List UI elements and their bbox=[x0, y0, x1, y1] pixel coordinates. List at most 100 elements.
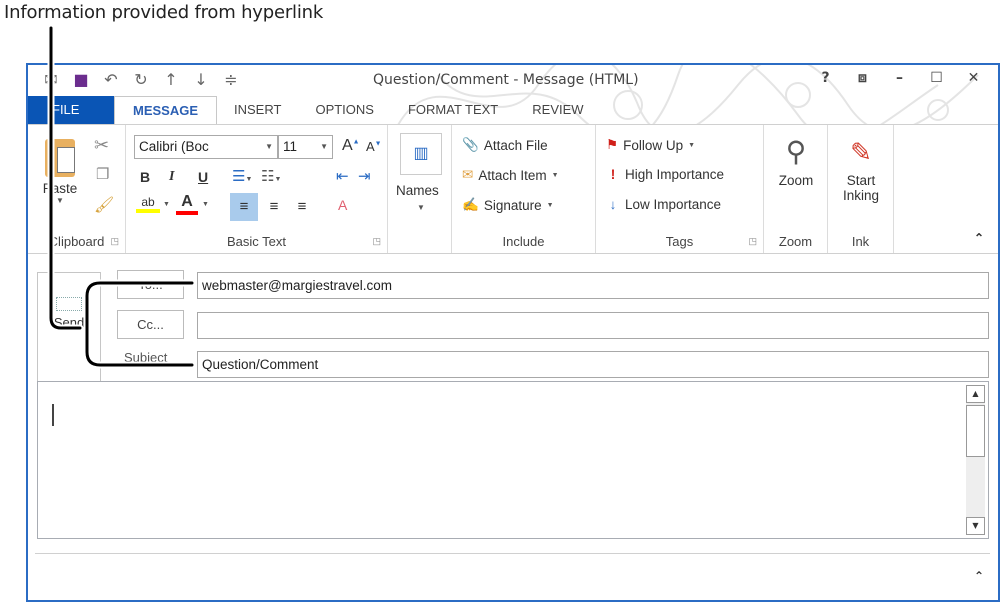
paste-label: Paste bbox=[42, 181, 78, 196]
tab-insert[interactable]: INSERT bbox=[217, 96, 298, 124]
highlight-color-button[interactable]: ab bbox=[136, 195, 160, 213]
font-name-select[interactable]: Calibri (Boc ▼ bbox=[134, 135, 278, 159]
font-color-swatch bbox=[176, 211, 198, 215]
shrink-font-icon[interactable]: A▼ bbox=[366, 139, 382, 154]
names-button[interactable]: Names bbox=[396, 183, 439, 198]
chevron-down-icon: ▼ bbox=[551, 171, 559, 179]
quick-access-toolbar: ✉ ■ ↶ ↻ ↑ ↓ ≑ bbox=[36, 70, 246, 89]
previous-item-icon[interactable]: ↑ bbox=[156, 70, 186, 89]
zoom-group-label: Zoom bbox=[778, 234, 813, 249]
include-group-label: Include bbox=[502, 234, 545, 249]
undo-icon[interactable]: ↶ bbox=[96, 70, 126, 89]
arrow-down-icon: ↓ bbox=[609, 197, 617, 212]
paperclip-icon: 📎 bbox=[462, 137, 479, 152]
send-button[interactable]: Send bbox=[37, 272, 101, 382]
chevron-down-icon[interactable]: ▼ bbox=[202, 201, 209, 208]
window-title: Question/Comment - Message (HTML) bbox=[373, 72, 639, 88]
zoom-button[interactable]: ⚲ Zoom bbox=[770, 135, 822, 188]
high-importance-button[interactable]: ! High Importance bbox=[606, 167, 724, 182]
cc-field[interactable] bbox=[197, 312, 989, 339]
format-painter-icon[interactable]: 🖌 bbox=[94, 195, 114, 215]
basic-text-group-label: Basic Text bbox=[226, 234, 286, 249]
send-icon bbox=[56, 297, 82, 311]
tags-group-label: Tags bbox=[665, 234, 694, 249]
attach-item-button[interactable]: ✉ Attach Item ▼ bbox=[462, 167, 559, 183]
exclamation-icon: ! bbox=[610, 167, 616, 182]
grow-font-icon[interactable]: A▲ bbox=[342, 137, 360, 155]
to-field[interactable]: webmaster@margiestravel.com bbox=[197, 272, 989, 299]
signature-icon: ✍ bbox=[462, 197, 479, 212]
copy-icon[interactable]: ❐ bbox=[96, 165, 109, 183]
cut-icon[interactable]: ✂ bbox=[94, 135, 109, 156]
message-body[interactable]: ▲ ▼ bbox=[37, 381, 989, 539]
underline-button[interactable]: U bbox=[198, 169, 208, 185]
paste-dropdown-icon: ▼ bbox=[56, 196, 64, 205]
high-importance-label: High Importance bbox=[625, 167, 725, 182]
scroll-up-icon[interactable]: ▲ bbox=[966, 385, 985, 403]
cc-button[interactable]: Cc... bbox=[117, 310, 184, 339]
align-left-button[interactable]: ≡ bbox=[230, 193, 258, 221]
increase-indent-icon[interactable]: ⇥ bbox=[358, 167, 371, 185]
attach-item-icon: ✉ bbox=[462, 167, 474, 182]
basic-text-launcher-icon[interactable]: ◳ bbox=[372, 236, 381, 247]
chevron-down-icon[interactable]: ▼ bbox=[163, 201, 170, 208]
signature-button[interactable]: ✍ Signature ▼ bbox=[462, 197, 554, 213]
decrease-indent-icon[interactable]: ⇤ bbox=[336, 167, 349, 185]
chevron-down-icon: ▼ bbox=[688, 141, 696, 149]
align-right-button[interactable]: ≡ bbox=[288, 193, 316, 221]
tab-file[interactable]: FILE bbox=[28, 96, 114, 124]
scroll-down-icon[interactable]: ▼ bbox=[966, 517, 985, 535]
font-name-value: Calibri (Boc bbox=[139, 139, 209, 154]
save-icon[interactable]: ■ bbox=[66, 70, 96, 89]
numbering-icon[interactable]: ☷▼ bbox=[261, 167, 281, 185]
bullets-icon[interactable]: ☰▼ bbox=[232, 167, 252, 185]
ribbon-tabs: FILE MESSAGE INSERT OPTIONS FORMAT TEXT … bbox=[28, 96, 998, 124]
ink-pen-icon: ✎ bbox=[850, 137, 872, 167]
callout-caption: Information provided from hyperlink bbox=[4, 2, 324, 23]
align-center-button[interactable]: ≡ bbox=[260, 193, 288, 221]
collapse-ribbon-icon[interactable]: ⌃ bbox=[974, 231, 984, 245]
paste-button[interactable]: Paste ▼ bbox=[40, 135, 80, 225]
tab-review[interactable]: REVIEW bbox=[515, 96, 600, 124]
italic-button[interactable]: I bbox=[169, 169, 174, 185]
vertical-scrollbar[interactable]: ▲ ▼ bbox=[966, 385, 985, 535]
group-ink: ✎ Start Inking Ink bbox=[828, 125, 894, 253]
attach-file-button[interactable]: 📎 Attach File bbox=[462, 137, 548, 153]
maximize-icon[interactable]: ☐ bbox=[918, 70, 955, 86]
signature-label: Signature bbox=[483, 197, 542, 213]
zoom-button-label: Zoom bbox=[778, 173, 814, 188]
group-names: ▥ Names ▼ bbox=[388, 125, 452, 253]
low-importance-button[interactable]: ↓ Low Importance bbox=[606, 197, 721, 212]
font-color-button[interactable]: A bbox=[176, 193, 198, 215]
subject-field[interactable]: Question/Comment bbox=[197, 351, 989, 378]
font-size-select[interactable]: 11 ▼ bbox=[278, 135, 333, 159]
help-icon[interactable]: ? bbox=[807, 70, 844, 86]
ribbon: Paste ▼ ✂ ❐ 🖌 Clipboard ◳ Calibri (Boc ▼… bbox=[28, 124, 998, 254]
redo-icon[interactable]: ↻ bbox=[126, 70, 156, 89]
tab-options[interactable]: OPTIONS bbox=[298, 96, 391, 124]
clipboard-launcher-icon[interactable]: ◳ bbox=[110, 236, 119, 247]
tab-format-text[interactable]: FORMAT TEXT bbox=[391, 96, 515, 124]
address-book-button[interactable]: ▥ bbox=[400, 133, 442, 175]
customize-qat-icon[interactable]: ≑ bbox=[216, 70, 246, 89]
bold-button[interactable]: B bbox=[140, 169, 150, 185]
tags-launcher-icon[interactable]: ◳ bbox=[748, 236, 757, 247]
follow-up-button[interactable]: ⚑ Follow Up ▼ bbox=[606, 137, 695, 153]
start-inking-button[interactable]: ✎ Start Inking bbox=[834, 135, 888, 203]
next-item-icon[interactable]: ↓ bbox=[186, 70, 216, 89]
expand-people-pane-icon[interactable]: ⌃ bbox=[974, 569, 984, 583]
clear-formatting-icon[interactable]: A bbox=[338, 197, 347, 213]
ribbon-display-options-icon[interactable]: ⧈ bbox=[844, 70, 881, 86]
tab-message[interactable]: MESSAGE bbox=[114, 96, 218, 124]
to-button[interactable]: To... bbox=[117, 270, 184, 299]
attach-file-label: Attach File bbox=[483, 137, 548, 153]
text-cursor bbox=[52, 404, 54, 426]
outlook-icon[interactable]: ✉ bbox=[36, 70, 66, 89]
ink-group-label: Ink bbox=[851, 234, 870, 249]
close-icon[interactable]: ✕ bbox=[955, 70, 992, 86]
minimize-icon[interactable]: – bbox=[881, 70, 918, 86]
chevron-down-icon: ▼ bbox=[265, 142, 273, 151]
magnifier-icon: ⚲ bbox=[785, 136, 807, 167]
font-size-value: 11 bbox=[283, 139, 298, 154]
scrollbar-thumb[interactable] bbox=[966, 405, 985, 457]
